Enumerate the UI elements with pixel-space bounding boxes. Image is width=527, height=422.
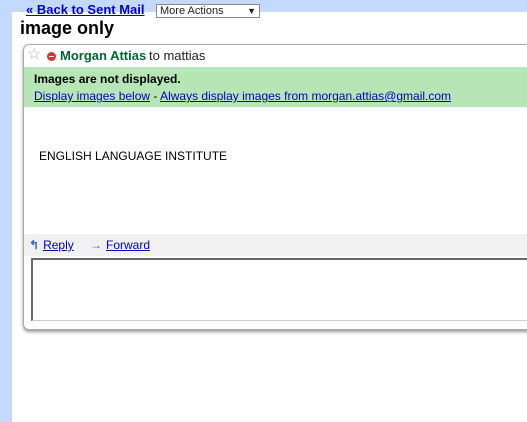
forward-button[interactable]: → Forward xyxy=(90,238,150,252)
reply-input[interactable] xyxy=(31,258,527,321)
forward-arrow-icon: → xyxy=(90,238,102,252)
presence-icon xyxy=(47,52,56,61)
more-actions-select[interactable]: More Actions ▼ xyxy=(156,4,260,18)
message-subject: image only xyxy=(20,18,115,38)
banner-separator: - xyxy=(150,89,161,103)
message-body: ENGLISH LANGUAGE INSTITUTE xyxy=(39,149,228,163)
reply-bar: ↰ Reply → Forward xyxy=(24,234,527,256)
more-actions-label: More Actions xyxy=(160,5,224,17)
display-images-below-link[interactable]: Display images below xyxy=(34,89,150,103)
banner-title: Images are not displayed. xyxy=(34,72,181,86)
images-not-displayed-banner: Images are not displayed. Display images… xyxy=(24,67,527,107)
always-display-images-link[interactable]: Always display images from morgan.attias… xyxy=(160,89,451,103)
back-to-sent-mail-link[interactable]: « Back to Sent Mail xyxy=(26,3,144,17)
reply-button[interactable]: ↰ Reply xyxy=(29,238,74,252)
message-card: ☆ Morgan Attias to mattias Images are no… xyxy=(23,44,527,330)
dropdown-arrow-icon: ▼ xyxy=(247,6,256,16)
reply-label[interactable]: Reply xyxy=(43,238,74,252)
star-icon[interactable]: ☆ xyxy=(27,46,41,64)
reply-arrow-icon: ↰ xyxy=(29,238,40,252)
forward-label[interactable]: Forward xyxy=(106,238,150,252)
recipient-line: to mattias xyxy=(149,48,206,63)
banner-links: Display images below - Always display im… xyxy=(34,89,451,103)
sender-name[interactable]: Morgan Attias xyxy=(60,47,146,65)
